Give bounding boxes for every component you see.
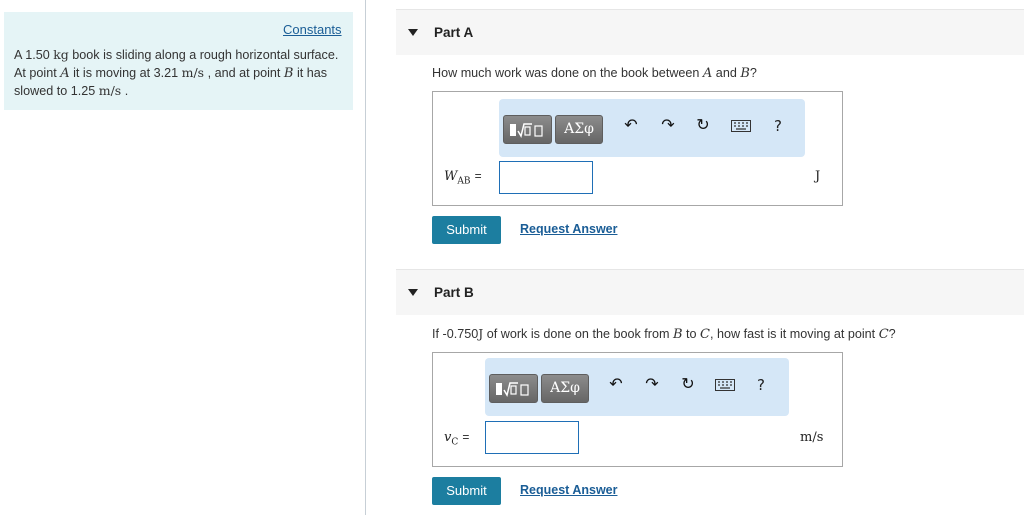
- part-b-header[interactable]: Part B: [396, 269, 1024, 315]
- part-a-submit-button[interactable]: Submit: [432, 216, 501, 244]
- part-a-answer-box: ΑΣφ ↶ ↷ ↻ ? WAB = J: [432, 91, 843, 206]
- part-b-answer-box: ΑΣφ ↶ ↷ ↻ ? vC = m/s: [432, 352, 843, 467]
- reset-icon[interactable]: ↻: [692, 115, 714, 137]
- part-a-question: How much work was done on the book betwe…: [432, 66, 757, 81]
- part-b-answer-input[interactable]: [485, 421, 579, 454]
- part-a-answer-input[interactable]: [499, 161, 593, 194]
- part-b-toolbar: ΑΣφ ↶ ↷ ↻ ?: [485, 358, 789, 416]
- greek-symbols-button[interactable]: ΑΣφ: [541, 374, 589, 403]
- part-a-header[interactable]: Part A: [396, 9, 1024, 55]
- part-b-unit: m/s: [800, 430, 824, 445]
- part-b-submit-button[interactable]: Submit: [432, 477, 501, 505]
- problem-statement: A 1.50 kg book is sliding along a rough …: [14, 47, 339, 98]
- sqrt-template-icon[interactable]: [489, 374, 538, 403]
- help-icon[interactable]: ?: [750, 374, 772, 396]
- part-b-title: Part B: [434, 285, 474, 300]
- part-a-variable-label: WAB =: [444, 169, 482, 187]
- part-a-request-answer-link[interactable]: Request Answer: [520, 222, 617, 236]
- undo-icon[interactable]: ↶: [620, 115, 642, 137]
- redo-icon[interactable]: ↷: [657, 115, 679, 137]
- sqrt-template-icon[interactable]: [503, 115, 552, 144]
- left-panel: Constants A 1.50 kg book is sliding alon…: [0, 0, 366, 515]
- expand-arrow-icon[interactable]: [408, 29, 418, 36]
- part-b-variable-label: vC =: [444, 430, 470, 448]
- part-b-request-answer-link[interactable]: Request Answer: [520, 483, 617, 497]
- part-a-unit: J: [815, 169, 821, 184]
- greek-symbols-button[interactable]: ΑΣφ: [555, 115, 603, 144]
- keyboard-icon[interactable]: [730, 115, 752, 137]
- expand-arrow-icon[interactable]: [408, 289, 418, 296]
- constants-link[interactable]: Constants: [283, 22, 342, 37]
- reset-icon[interactable]: ↻: [677, 374, 699, 396]
- help-icon[interactable]: ?: [767, 115, 789, 137]
- undo-icon[interactable]: ↶: [605, 374, 627, 396]
- part-a-toolbar: ΑΣφ ↶ ↷ ↻ ?: [499, 99, 805, 157]
- part-a-title: Part A: [434, 25, 474, 40]
- keyboard-icon[interactable]: [714, 374, 736, 396]
- part-b-question: If -0.750J of work is done on the book f…: [432, 326, 896, 342]
- redo-icon[interactable]: ↷: [641, 374, 663, 396]
